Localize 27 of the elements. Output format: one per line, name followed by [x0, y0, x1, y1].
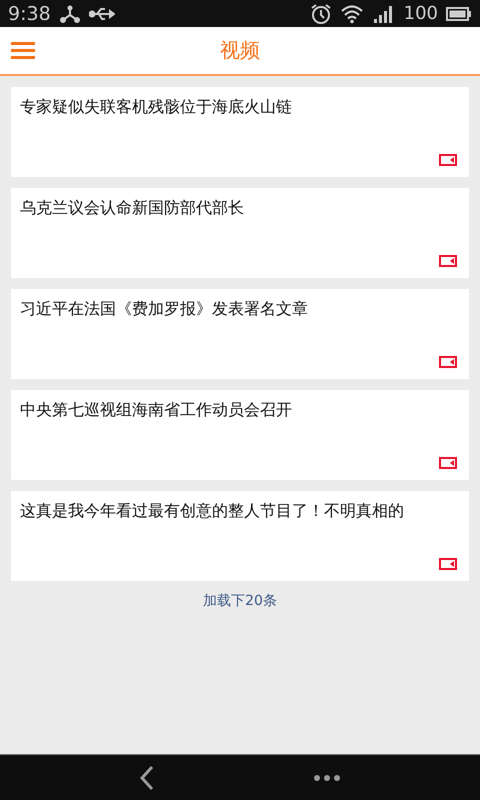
video-camera-icon: [439, 558, 457, 570]
news-card[interactable]: 专家疑似失联客机残骸位于海底火山链: [11, 87, 469, 177]
news-card[interactable]: 习近平在法国《费加罗报》发表署名文章: [11, 289, 469, 379]
menu-icon[interactable]: [11, 40, 35, 60]
share-icon: [58, 4, 81, 22]
video-camera-icon: [439, 457, 457, 469]
news-card[interactable]: 这真是我今年看过最有创意的整人节目了！不明真相的: [11, 491, 469, 581]
news-card[interactable]: 乌克兰议会认命新国防部代部长: [11, 188, 469, 278]
alarm-icon: [310, 2, 332, 24]
video-camera-icon: [439, 154, 457, 166]
page-title: 视频: [220, 37, 260, 64]
news-title: 乌克兰议会认命新国防部代部长: [20, 198, 245, 219]
news-title: 习近平在法国《费加罗报》发表署名文章: [20, 299, 309, 320]
battery-icon: [446, 6, 472, 22]
usb-icon: [88, 6, 115, 20]
news-card[interactable]: 中央第七巡视组海南省工作动员会召开: [11, 390, 469, 480]
wifi-icon: [340, 4, 364, 24]
load-more-link[interactable]: 加载下20条: [203, 592, 277, 610]
battery-level: 100: [404, 3, 438, 24]
video-camera-icon: [439, 356, 457, 368]
news-title: 中央第七巡视组海南省工作动员会召开: [20, 400, 293, 421]
news-title: 这真是我今年看过最有创意的整人节目了！不明真相的: [20, 501, 405, 522]
more-icon[interactable]: [313, 774, 341, 782]
clock-time: 9:38: [8, 2, 51, 24]
back-icon[interactable]: [139, 764, 155, 790]
video-camera-icon: [439, 255, 457, 267]
news-title: 专家疑似失联客机残骸位于海底火山链: [20, 97, 293, 118]
